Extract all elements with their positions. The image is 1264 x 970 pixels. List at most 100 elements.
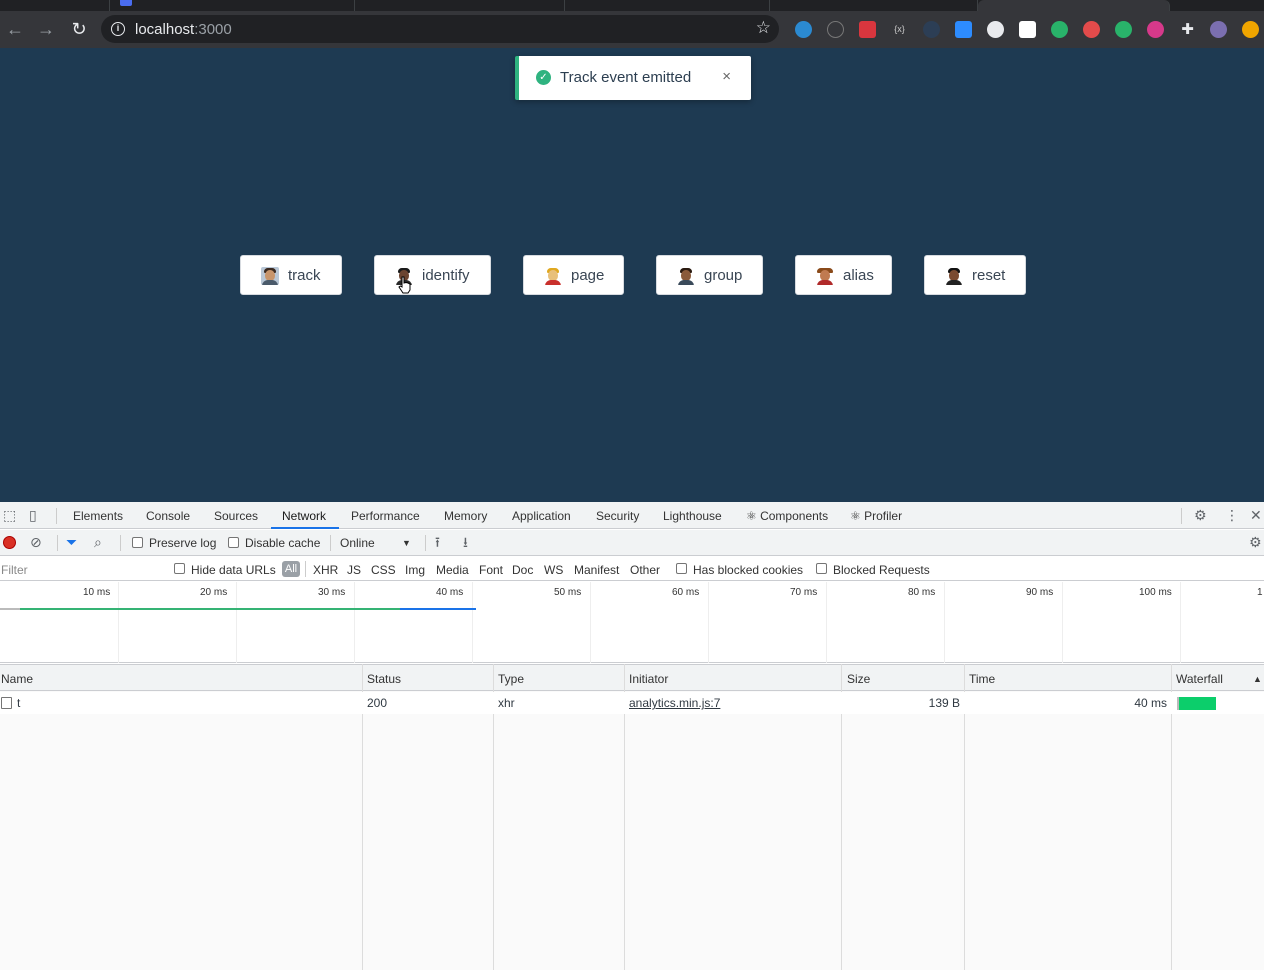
extension-icon[interactable] [1115, 21, 1132, 38]
tab-lighthouse[interactable]: Lighthouse [663, 509, 722, 523]
blocked-requests-checkbox[interactable] [816, 563, 827, 574]
timeline-tick: 50 ms [554, 587, 582, 598]
filter-icon[interactable]: ⏷ [66, 535, 77, 549]
reset-label: reset [972, 267, 1006, 284]
tab-memory[interactable]: Memory [444, 509, 487, 523]
page-button[interactable]: page [523, 255, 624, 295]
request-initiator-link[interactable]: analytics.min.js:7 [629, 696, 720, 710]
browser-tab[interactable] [565, 0, 770, 11]
close-devtools-icon[interactable]: ✕ [1250, 508, 1262, 522]
filter-doc-button[interactable]: Doc [512, 563, 533, 577]
filter-other-button[interactable]: Other [630, 563, 660, 577]
clear-icon[interactable]: ⊘ [30, 535, 42, 549]
column-header-status[interactable]: Status [367, 672, 401, 686]
request-time: 40 ms [1134, 696, 1167, 710]
timeline-tick: 10 ms [83, 587, 111, 598]
column-header-waterfall[interactable]: Waterfall [1176, 672, 1223, 686]
browser-tab[interactable] [770, 0, 978, 11]
browser-tab[interactable] [110, 0, 355, 11]
tab-sources[interactable]: Sources [214, 509, 258, 523]
extension-icon[interactable] [1083, 21, 1100, 38]
extension-icon[interactable] [1051, 21, 1068, 38]
column-header-name[interactable]: Name [1, 672, 33, 686]
filter-font-button[interactable]: Font [479, 563, 503, 577]
browser-tab-active[interactable] [978, 0, 1170, 11]
devtools-panel: ⬚ ▯ Elements Console Sources Network Per… [0, 502, 1264, 970]
column-header-type[interactable]: Type [498, 672, 524, 686]
extension-icon[interactable] [1019, 21, 1036, 38]
timeline-tick: 1 [1257, 587, 1263, 598]
column-header-time[interactable]: Time [969, 672, 995, 686]
filter-xhr-button[interactable]: XHR [313, 563, 338, 577]
tab-components[interactable]: ⚛ Components [746, 509, 828, 523]
network-settings-gear-icon[interactable]: ⚙ [1249, 535, 1262, 549]
device-toolbar-icon[interactable]: ▯ [29, 508, 37, 522]
extension-icon[interactable] [1147, 21, 1164, 38]
search-icon[interactable]: ⌕ [94, 535, 102, 549]
chevron-down-icon[interactable]: ▼ [402, 538, 411, 548]
back-arrow-icon[interactable]: ← [3, 17, 27, 41]
extension-icon[interactable] [923, 21, 940, 38]
filter-ws-button[interactable]: WS [544, 563, 563, 577]
network-overview-timeline[interactable]: 10 ms 20 ms 30 ms 40 ms 50 ms 60 ms 70 m… [0, 582, 1264, 663]
toast-close-button[interactable]: × [722, 68, 731, 85]
more-options-icon[interactable]: ⋮ [1225, 508, 1239, 522]
has-blocked-cookies-label: Has blocked cookies [693, 563, 804, 577]
inspect-element-icon[interactable]: ⬚ [3, 508, 16, 522]
filter-all-button[interactable]: All [282, 561, 300, 577]
sort-ascending-icon[interactable]: ▲ [1253, 674, 1262, 684]
tab-security[interactable]: Security [596, 509, 639, 523]
filter-css-button[interactable]: CSS [371, 563, 396, 577]
settings-gear-icon[interactable]: ⚙ [1194, 508, 1207, 522]
identify-button[interactable]: identify [374, 255, 491, 295]
filter-js-button[interactable]: JS [347, 563, 361, 577]
has-blocked-cookies-checkbox[interactable] [676, 563, 687, 574]
browser-toolbar: ← → ↻ i localhost:3000 ☆ {x} ✚ [0, 11, 1264, 48]
zoom-extension-icon[interactable] [955, 21, 972, 38]
preserve-log-checkbox[interactable] [132, 537, 143, 548]
extension-icon[interactable] [795, 21, 812, 38]
browser-tab[interactable] [0, 0, 132, 11]
update-icon[interactable] [1242, 21, 1259, 38]
timeline-tick: 70 ms [790, 587, 818, 598]
grid-line [590, 582, 591, 663]
column-header-initiator[interactable]: Initiator [629, 672, 668, 686]
request-status: 200 [367, 696, 388, 710]
bookmark-star-icon[interactable]: ☆ [756, 18, 771, 38]
tab-elements[interactable]: Elements [73, 509, 123, 523]
browser-tab[interactable] [355, 0, 565, 11]
track-button[interactable]: track [240, 255, 342, 295]
extension-icon[interactable] [987, 21, 1004, 38]
throttling-select[interactable]: Online [340, 536, 375, 550]
forward-arrow-icon[interactable]: → [34, 17, 58, 41]
profile-avatar[interactable] [1210, 21, 1227, 38]
record-icon[interactable] [3, 536, 16, 549]
request-name[interactable]: t [17, 696, 20, 710]
alias-button[interactable]: alias [795, 255, 892, 295]
tab-performance[interactable]: Performance [351, 509, 420, 523]
filter-manifest-button[interactable]: Manifest [574, 563, 619, 577]
tab-profiler[interactable]: ⚛ Profiler [850, 509, 902, 523]
extension-braces-icon[interactable]: {x} [891, 21, 908, 38]
filter-media-button[interactable]: Media [436, 563, 469, 577]
disable-cache-checkbox[interactable] [228, 537, 239, 548]
site-info-icon[interactable]: i [111, 22, 125, 36]
group-button[interactable]: group [656, 255, 763, 295]
divider [1181, 508, 1182, 524]
tab-console[interactable]: Console [146, 509, 190, 523]
puzzle-extensions-icon[interactable]: ✚ [1179, 21, 1196, 38]
extension-info-icon[interactable] [827, 21, 844, 38]
reset-button[interactable]: reset [924, 255, 1026, 295]
hide-data-urls-checkbox[interactable] [174, 563, 185, 574]
export-har-icon[interactable]: ⭳ [463, 535, 468, 549]
import-har-icon[interactable]: ⭱ [435, 535, 440, 549]
filter-img-button[interactable]: Img [405, 563, 425, 577]
table-row[interactable]: t 200 xhr analytics.min.js:7 139 B 40 ms [0, 692, 1264, 714]
tab-application[interactable]: Application [512, 509, 571, 523]
extension-icon[interactable] [859, 21, 876, 38]
filter-input[interactable]: Filter [1, 563, 28, 577]
reload-icon[interactable]: ↻ [67, 17, 91, 41]
column-header-size[interactable]: Size [847, 672, 870, 686]
tab-network[interactable]: Network [282, 509, 326, 523]
address-bar[interactable]: i localhost:3000 ☆ [101, 15, 779, 43]
